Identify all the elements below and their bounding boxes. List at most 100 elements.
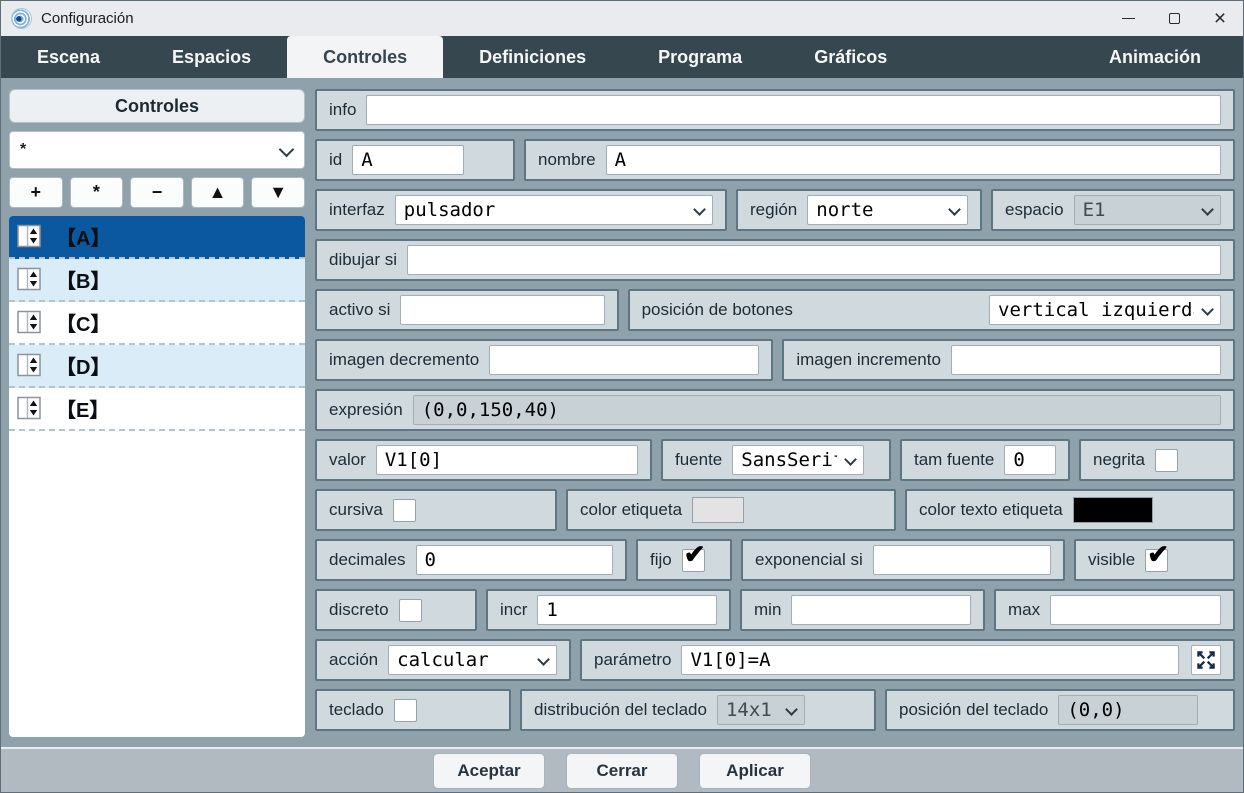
activo-si-input[interactable] <box>400 295 604 325</box>
row-imagenes: imagen decremento imagen incremento <box>315 339 1235 381</box>
list-item-label: 【C】 <box>56 308 110 337</box>
field-imagen-incremento: imagen incremento <box>782 339 1235 381</box>
min-input[interactable] <box>791 595 971 625</box>
dibujar-si-input[interactable] <box>407 245 1221 275</box>
tab-animacion[interactable]: Animación <box>1073 36 1237 78</box>
discreto-checkbox[interactable] <box>399 599 422 622</box>
distribucion-teclado-select: 14x1 <box>717 695 805 725</box>
distribucion-teclado-label: distribución del teclado <box>534 700 707 720</box>
posicion-botones-label: posición de botones <box>642 300 793 320</box>
dibujar-si-label: dibujar si <box>329 250 397 270</box>
field-min: min <box>740 589 985 631</box>
field-espacio: espacio E1 <box>991 189 1235 231</box>
list-item-d[interactable]: 【D】 <box>9 345 305 388</box>
minimize-button[interactable] <box>1105 1 1151 36</box>
visible-checkbox[interactable]: ✔ <box>1145 549 1168 572</box>
row-accion: acción calcular parámetro V1[0]=A <box>315 639 1235 681</box>
controls-sidebar: Controles * + * − ▲ ▼ 【A】 【B】 <box>9 89 305 737</box>
aceptar-button[interactable]: Aceptar <box>433 753 545 789</box>
window-title: Configuración <box>41 10 134 27</box>
field-info: info <box>315 89 1235 131</box>
fijo-checkbox[interactable]: ✔ <box>682 549 705 572</box>
nombre-input[interactable]: A <box>606 145 1221 175</box>
maximize-button[interactable] <box>1151 1 1197 36</box>
move-down-button[interactable]: ▼ <box>251 177 305 208</box>
tam-fuente-input[interactable]: 0 <box>1004 445 1056 475</box>
aplicar-button[interactable]: Aplicar <box>699 753 811 789</box>
incr-input[interactable]: 1 <box>537 595 717 625</box>
list-toolbar: + * − ▲ ▼ <box>9 177 305 208</box>
field-tam-fuente: tam fuente 0 <box>900 439 1070 481</box>
parametro-input[interactable]: V1[0]=A <box>681 645 1179 675</box>
spinner-control-icon <box>17 310 42 335</box>
chevron-down-icon <box>279 142 295 158</box>
cerrar-button[interactable]: Cerrar <box>566 753 678 789</box>
field-id: id A <box>315 139 515 181</box>
valor-input[interactable]: V1[0] <box>376 445 638 475</box>
tab-definiciones[interactable]: Definiciones <box>443 36 622 78</box>
field-teclado: teclado <box>315 689 511 731</box>
id-input[interactable]: A <box>352 145 464 175</box>
list-item-b[interactable]: 【B】 <box>9 259 305 302</box>
sidebar-header-button[interactable]: Controles <box>9 89 305 123</box>
decimales-input[interactable]: 0 <box>416 545 613 575</box>
chevron-down-icon <box>1201 203 1214 216</box>
row-valor-fuente: valor V1[0] fuente SansSerif tam fuente … <box>315 439 1235 481</box>
discreto-label: discreto <box>329 600 389 620</box>
tab-espacios[interactable]: Espacios <box>136 36 287 78</box>
fuente-select[interactable]: SansSerif <box>732 445 864 475</box>
cursiva-checkbox[interactable] <box>393 499 416 522</box>
color-etiqueta-label: color etiqueta <box>580 500 682 520</box>
id-label: id <box>329 150 342 170</box>
field-fijo: fijo ✔ <box>636 539 732 581</box>
expand-editor-button[interactable] <box>1191 645 1221 675</box>
add-control-button[interactable]: + <box>9 177 63 208</box>
tab-graficos[interactable]: Gráficos <box>778 36 923 78</box>
move-up-button[interactable]: ▲ <box>191 177 245 208</box>
chevron-down-icon <box>537 653 550 666</box>
field-expresion: expresión (0,0,150,40) <box>315 389 1235 431</box>
exponencial-si-input[interactable] <box>873 545 1051 575</box>
control-filter-select[interactable]: * <box>9 131 305 169</box>
field-accion: acción calcular <box>315 639 571 681</box>
duplicate-control-button[interactable]: * <box>70 177 124 208</box>
check-icon: ✔ <box>1147 541 1169 567</box>
remove-control-button[interactable]: − <box>130 177 184 208</box>
posicion-botones-value: vertical izquierda <box>998 299 1194 321</box>
teclado-checkbox[interactable] <box>394 699 417 722</box>
tab-controles[interactable]: Controles <box>287 36 443 78</box>
row-expresion: expresión (0,0,150,40) <box>315 389 1235 431</box>
field-fuente: fuente SansSerif <box>661 439 891 481</box>
field-max: max <box>994 589 1235 631</box>
close-button[interactable]: × <box>1197 1 1243 36</box>
imagen-incremento-input[interactable] <box>951 345 1221 375</box>
field-interfaz: interfaz pulsador <box>315 189 727 231</box>
descartes-logo-icon <box>11 8 32 29</box>
row-teclado: teclado distribución del teclado 14x1 po… <box>315 689 1235 731</box>
row-info: info <box>315 89 1235 131</box>
color-etiqueta-swatch[interactable] <box>692 497 744 523</box>
list-item-label: 【B】 <box>56 265 110 294</box>
list-item-e[interactable]: 【E】 <box>9 388 305 431</box>
interfaz-select[interactable]: pulsador <box>395 195 713 225</box>
accion-select[interactable]: calcular <box>388 645 557 675</box>
list-item-c[interactable]: 【C】 <box>9 302 305 345</box>
field-distribucion-teclado: distribución del teclado 14x1 <box>520 689 876 731</box>
tab-escena[interactable]: Escena <box>1 36 136 78</box>
row-dibujar-si: dibujar si <box>315 239 1235 281</box>
info-input[interactable] <box>366 95 1221 125</box>
imagen-decremento-input[interactable] <box>489 345 759 375</box>
field-nombre: nombre A <box>524 139 1235 181</box>
negrita-checkbox[interactable] <box>1155 449 1178 472</box>
region-select[interactable]: norte <box>807 195 968 225</box>
color-texto-etiqueta-swatch[interactable] <box>1073 497 1153 523</box>
list-item-label: 【E】 <box>56 394 109 423</box>
list-item-a[interactable]: 【A】 <box>9 216 305 259</box>
row-estilo-etiqueta: cursiva color etiqueta color texto etiqu… <box>315 489 1235 531</box>
list-item-label: 【A】 <box>56 222 110 251</box>
row-activo-si: activo si posición de botones vertical i… <box>315 289 1235 331</box>
max-input[interactable] <box>1050 595 1221 625</box>
posicion-botones-select[interactable]: vertical izquierda <box>989 295 1221 325</box>
tab-programa[interactable]: Programa <box>622 36 778 78</box>
chevron-down-icon <box>1201 303 1214 316</box>
